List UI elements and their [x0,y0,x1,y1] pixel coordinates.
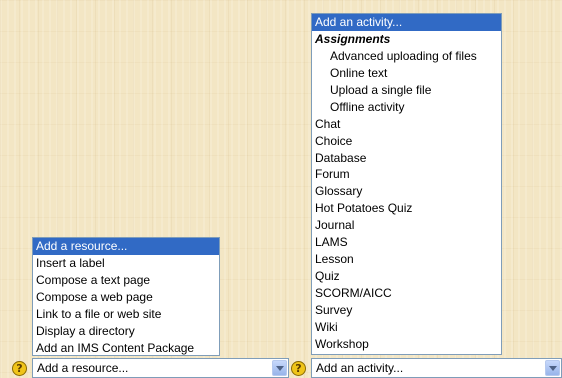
resource-option[interactable]: Insert a label [33,255,219,272]
activity-option[interactable]: Upload a single file [312,82,501,99]
activity-option[interactable]: Quiz [312,268,501,285]
resource-option[interactable]: Add an IMS Content Package [33,340,219,355]
activity-option[interactable]: Lesson [312,251,501,268]
activity-option[interactable]: Forum [312,166,501,183]
resource-option[interactable]: Add a resource... [33,238,219,255]
help-icon[interactable]: ? [12,361,27,376]
chevron-down-icon [549,366,557,371]
add-resource-select[interactable]: Add a resource... [32,358,289,378]
resource-option[interactable]: Link to a file or web site [33,306,219,323]
activity-option[interactable]: Hot Potatoes Quiz [312,200,501,217]
activity-option[interactable]: LAMS [312,234,501,251]
activity-option[interactable]: Survey [312,302,501,319]
activity-option[interactable]: Add an activity... [312,14,501,31]
add-activity-select-value: Add an activity... [316,361,404,375]
add-resource-dropdown-button[interactable] [272,360,287,376]
activity-option[interactable]: Journal [312,217,501,234]
resource-option[interactable]: Compose a text page [33,272,219,289]
add-resource-select-value: Add a resource... [37,361,129,375]
resource-option[interactable]: Display a directory [33,323,219,340]
activity-option[interactable]: Workshop [312,336,501,353]
activity-option[interactable]: Chat [312,116,501,133]
chevron-down-icon [276,366,284,371]
activity-option[interactable]: Offline activity [312,99,501,116]
activity-option[interactable]: Glossary [312,183,501,200]
add-activity-select[interactable]: Add an activity... [311,358,562,378]
activity-options-list[interactable]: Add an activity... Assignments Advanced up… [311,13,502,355]
activity-option[interactable]: Advanced uploading of files [312,48,501,65]
resource-option[interactable]: Compose a web page [33,289,219,306]
resource-options-list[interactable]: Add a resource... Insert a label Compose a… [32,237,220,356]
activity-option[interactable]: Online text [312,65,501,82]
activity-option-group: Assignments [315,31,391,46]
activity-option[interactable]: Wiki [312,319,501,336]
help-icon[interactable]: ? [291,361,306,376]
activity-option[interactable]: Choice [312,133,501,150]
add-activity-dropdown-button[interactable] [545,360,560,376]
activity-option[interactable]: Database [312,150,501,167]
activity-option[interactable]: SCORM/AICC [312,285,501,302]
